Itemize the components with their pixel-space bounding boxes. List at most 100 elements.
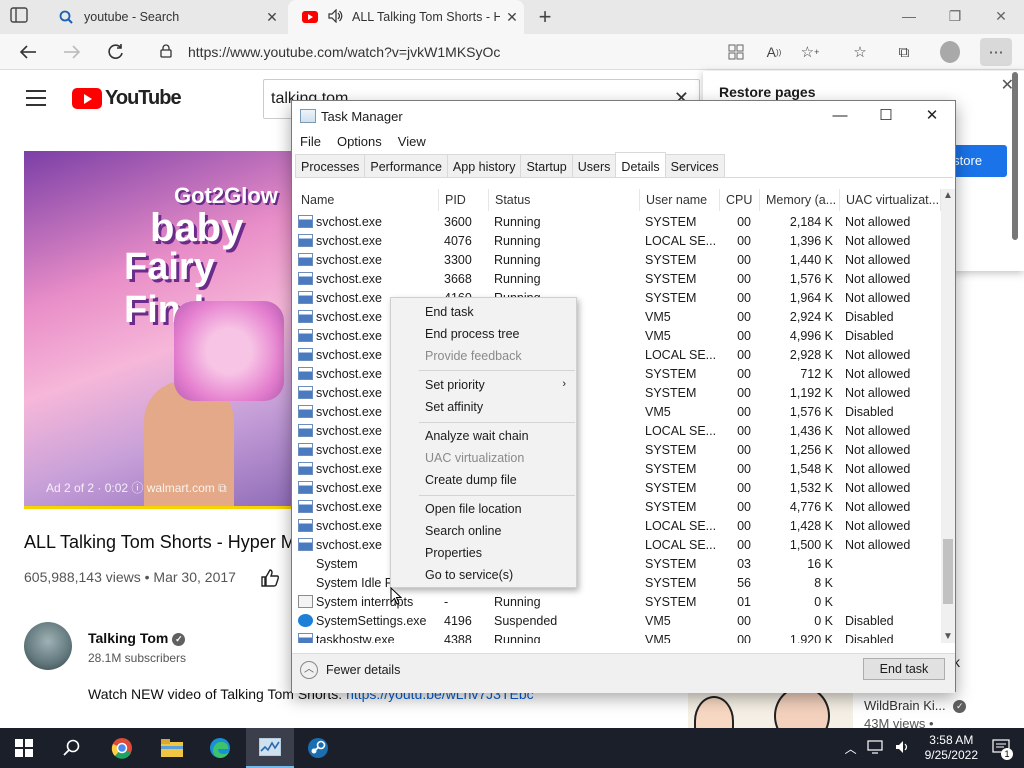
- refresh-button[interactable]: [104, 40, 128, 64]
- task-manager-titlebar[interactable]: Task Manager — ☐ ✕: [292, 101, 955, 132]
- scroll-down-icon[interactable]: ▼: [943, 631, 953, 642]
- process-context-menu: End task End process tree Provide feedba…: [390, 297, 577, 588]
- menu-item-analyze-wait-chain[interactable]: Analyze wait chain: [425, 429, 529, 443]
- close-tab-icon[interactable]: ✕: [260, 9, 284, 26]
- process-icon: [298, 272, 313, 285]
- tab-services[interactable]: Services: [664, 154, 725, 177]
- process-pid: 3600: [444, 215, 472, 229]
- close-icon[interactable]: ✕: [909, 101, 955, 131]
- process-user: SYSTEM: [645, 500, 697, 514]
- maximize-icon[interactable]: ☐: [863, 101, 909, 131]
- taskbar-clock[interactable]: 3:58 AM 9/25/2022: [925, 733, 978, 763]
- menu-item-set-affinity[interactable]: Set affinity: [425, 400, 483, 414]
- tab-startup[interactable]: Startup: [520, 154, 573, 177]
- read-aloud-icon[interactable]: A)): [764, 42, 784, 62]
- new-tab-button[interactable]: +: [534, 4, 556, 30]
- menu-item-go-to-services[interactable]: Go to service(s): [425, 568, 513, 582]
- process-icon: [298, 481, 313, 494]
- taskbar-edge[interactable]: [196, 728, 244, 768]
- edge-icon: [210, 738, 230, 758]
- close-tab-icon[interactable]: ✕: [500, 9, 524, 26]
- fewer-details-button[interactable]: ︿ Fewer details: [300, 661, 400, 679]
- taskbar-file-explorer[interactable]: [148, 728, 196, 768]
- table-row[interactable]: svchost.exe 3668 Running SYSTEM 00 1,576 K Not…: [295, 270, 941, 289]
- menu-item-set-priority[interactable]: Set priority: [425, 378, 485, 392]
- minimize-icon[interactable]: —: [817, 101, 863, 131]
- like-icon[interactable]: [260, 568, 280, 593]
- end-task-button[interactable]: End task: [863, 658, 945, 680]
- ad-progress-bar: [24, 506, 294, 509]
- favorites-icon[interactable]: ☆: [850, 42, 870, 62]
- process-memory: 1,256 K: [789, 443, 833, 457]
- tab-app-history[interactable]: App history: [446, 154, 522, 177]
- table-row[interactable]: svchost.exe 4076 Running LOCAL SE... 00 1,396…: [295, 232, 941, 251]
- channel-avatar[interactable]: [24, 622, 72, 670]
- column-header-uac[interactable]: UAC virtualizat...: [840, 189, 941, 211]
- menu-item-end-process-tree[interactable]: End process tree: [425, 327, 520, 341]
- network-icon[interactable]: [867, 739, 885, 757]
- notification-count: 1: [1001, 747, 1013, 760]
- column-header-user[interactable]: User name: [640, 189, 720, 211]
- menu-item-create-dump-file[interactable]: Create dump file: [425, 473, 517, 487]
- column-header-status[interactable]: Status: [489, 189, 640, 211]
- tab-details[interactable]: Details: [615, 152, 666, 177]
- tab-youtube-search[interactable]: youtube - Search ✕: [44, 0, 284, 34]
- scrollbar-thumb[interactable]: [943, 539, 953, 604]
- column-header-pid[interactable]: PID: [439, 189, 489, 211]
- taskbar-task-manager[interactable]: [246, 728, 294, 768]
- start-button[interactable]: [0, 728, 48, 768]
- apps-icon[interactable]: [726, 42, 746, 62]
- settings-more-button[interactable]: ⋯: [980, 38, 1012, 66]
- tab-processes[interactable]: Processes: [295, 154, 366, 177]
- menu-item-open-file-location[interactable]: Open file location: [425, 502, 522, 516]
- column-header-name[interactable]: ^ Name: [295, 189, 439, 211]
- column-header-memory[interactable]: Memory (a...: [760, 189, 840, 211]
- lock-icon[interactable]: [160, 43, 174, 61]
- menu-options[interactable]: Options: [335, 132, 390, 154]
- channel-name[interactable]: Talking Tom ✓: [88, 630, 186, 646]
- scroll-up-icon[interactable]: ▲: [943, 190, 953, 201]
- menu-view[interactable]: View: [396, 132, 434, 154]
- profile-icon[interactable]: [940, 41, 960, 63]
- process-status: Running: [494, 595, 541, 609]
- collections-icon[interactable]: ⧉: [894, 42, 914, 62]
- table-row[interactable]: svchost.exe 3300 Running SYSTEM 00 1,440 K Not…: [295, 251, 941, 270]
- tab-talking-tom-video[interactable]: ALL Talking Tom Shorts - Hç ✕: [288, 0, 524, 34]
- minimize-icon[interactable]: —: [886, 0, 932, 34]
- forward-button[interactable]: [60, 40, 84, 64]
- restore-window-icon[interactable]: ❐: [932, 0, 978, 34]
- tab-performance[interactable]: Performance: [364, 154, 448, 177]
- volume-icon[interactable]: [895, 740, 911, 757]
- close-window-icon[interactable]: ✕: [978, 0, 1024, 34]
- back-button[interactable]: [16, 40, 40, 64]
- tab-users[interactable]: Users: [571, 154, 617, 177]
- tab-actions-button[interactable]: [10, 7, 32, 27]
- process-icon: [298, 291, 313, 304]
- column-header-cpu[interactable]: CPU: [720, 189, 760, 211]
- taskbar-steam[interactable]: [294, 728, 342, 768]
- add-favorite-icon[interactable]: ☆ +: [800, 42, 820, 62]
- notification-center-icon[interactable]: 1: [992, 738, 1013, 760]
- table-scrollbar[interactable]: ▲ ▼: [941, 189, 955, 643]
- process-icon: [298, 348, 313, 361]
- menu-item-properties[interactable]: Properties: [425, 546, 482, 560]
- table-row[interactable]: SystemSettings.exe 4196 Suspended VM5 00 0 K D…: [295, 612, 941, 631]
- side-video-thumbnail[interactable]: [688, 692, 853, 728]
- speaker-icon[interactable]: [328, 8, 344, 26]
- search-button[interactable]: [48, 728, 96, 768]
- taskbar-chrome[interactable]: [98, 728, 146, 768]
- menu-icon[interactable]: [26, 90, 46, 106]
- menu-item-end-task[interactable]: End task: [425, 305, 474, 319]
- process-cpu: 00: [737, 215, 751, 229]
- youtube-logo[interactable]: YouTube: [72, 87, 182, 110]
- video-player[interactable]: Got2Glow baby Fairy Find Ad 2 of 2 · 0:0…: [24, 151, 294, 509]
- table-row[interactable]: taskhostw.exe 4388 Running VM5 00 1,920 K Disa…: [295, 631, 941, 643]
- windows-logo-icon: [15, 739, 33, 757]
- menu-file[interactable]: File: [298, 132, 329, 154]
- page-scrollbar[interactable]: [1010, 72, 1020, 242]
- menu-item-search-online[interactable]: Search online: [425, 524, 501, 538]
- process-memory: 2,924 K: [789, 310, 833, 324]
- address-bar[interactable]: https://www.youtube.com/watch?v=jvkW1MKS…: [148, 38, 718, 66]
- table-row[interactable]: svchost.exe 3600 Running SYSTEM 00 2,184 K Not…: [295, 213, 941, 232]
- show-hidden-icons-icon[interactable]: ︿: [845, 740, 857, 757]
